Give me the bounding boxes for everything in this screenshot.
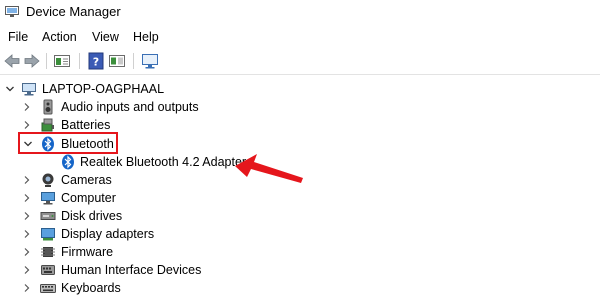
tree-item-label: Disk drives (61, 209, 123, 223)
chevron-right-icon[interactable] (22, 174, 32, 186)
menu-bar: File Action View Help (0, 26, 600, 48)
hid-icon (41, 265, 55, 275)
properties-icon[interactable] (53, 52, 71, 70)
tree-item-audio[interactable]: Audio inputs and outputs (0, 98, 600, 116)
chevron-right-icon[interactable] (22, 228, 32, 240)
keyboard-icon (40, 284, 56, 293)
tree-item-label: Display adapters (61, 227, 155, 241)
chevron-down-icon[interactable] (5, 83, 15, 95)
arrow-annotation (235, 154, 303, 183)
battery-icon (41, 118, 54, 132)
tree-root-row[interactable]: LAPTOP-OAGPHAAL (0, 80, 600, 98)
monitor-icon[interactable] (141, 52, 159, 70)
chevron-right-icon[interactable] (22, 119, 32, 131)
back-icon[interactable] (3, 52, 21, 70)
menu-file[interactable]: File (8, 30, 28, 44)
tree-item-label: Cameras (61, 173, 112, 187)
chevron-right-icon[interactable] (22, 192, 32, 204)
computer-icon (41, 192, 55, 205)
tree-item-label: Audio inputs and outputs (61, 100, 199, 114)
chevron-right-icon[interactable] (22, 282, 32, 294)
view-icon[interactable] (108, 52, 126, 70)
highlight-box (18, 132, 118, 154)
toolbar-separator (79, 53, 80, 69)
disk-drive-icon (40, 212, 56, 220)
tree-item-hid[interactable]: Human Interface Devices (0, 261, 600, 279)
forward-icon[interactable] (23, 52, 41, 70)
tree-item-label: Computer (61, 191, 116, 205)
help-icon[interactable]: ? (87, 52, 105, 70)
tree-root-label: LAPTOP-OAGPHAAL (42, 82, 165, 96)
tree-item-display-adapters[interactable]: Display adapters (0, 225, 600, 243)
chevron-right-icon[interactable] (22, 264, 32, 276)
svg-text:?: ? (93, 56, 99, 69)
computer-icon (22, 83, 36, 96)
title-bar: Device Manager (0, 0, 600, 26)
menu-view[interactable]: View (92, 30, 119, 44)
tree-item-disk-drives[interactable]: Disk drives (0, 207, 600, 225)
firmware-icon (41, 247, 55, 257)
menu-action[interactable]: Action (42, 30, 77, 44)
window-title: Device Manager (26, 4, 121, 19)
tree-item-label: Firmware (61, 245, 114, 259)
tree-item-label: Human Interface Devices (61, 263, 202, 277)
tree-item-label: Batteries (61, 118, 111, 132)
chevron-right-icon[interactable] (22, 210, 32, 222)
chevron-right-icon[interactable] (22, 246, 32, 258)
tree-item-label: Keyboards (61, 281, 121, 295)
toolbar-separator (46, 53, 47, 69)
bluetooth-icon (62, 154, 74, 170)
toolbar: ? (0, 48, 600, 74)
menu-help[interactable]: Help (133, 30, 159, 44)
tree-item-keyboards[interactable]: Keyboards (0, 279, 600, 297)
tree-item-firmware[interactable]: Firmware (0, 243, 600, 261)
camera-icon (42, 173, 54, 187)
tree-item-label: Realtek Bluetooth 4.2 Adapter (80, 155, 247, 169)
display-adapter-icon (41, 228, 55, 241)
toolbar-separator (133, 53, 134, 69)
tree-item-computer[interactable]: Computer (0, 189, 600, 207)
chevron-right-icon[interactable] (22, 101, 32, 113)
device-manager-icon (5, 6, 19, 17)
toolbar-divider (0, 74, 600, 75)
speaker-icon (43, 99, 53, 115)
